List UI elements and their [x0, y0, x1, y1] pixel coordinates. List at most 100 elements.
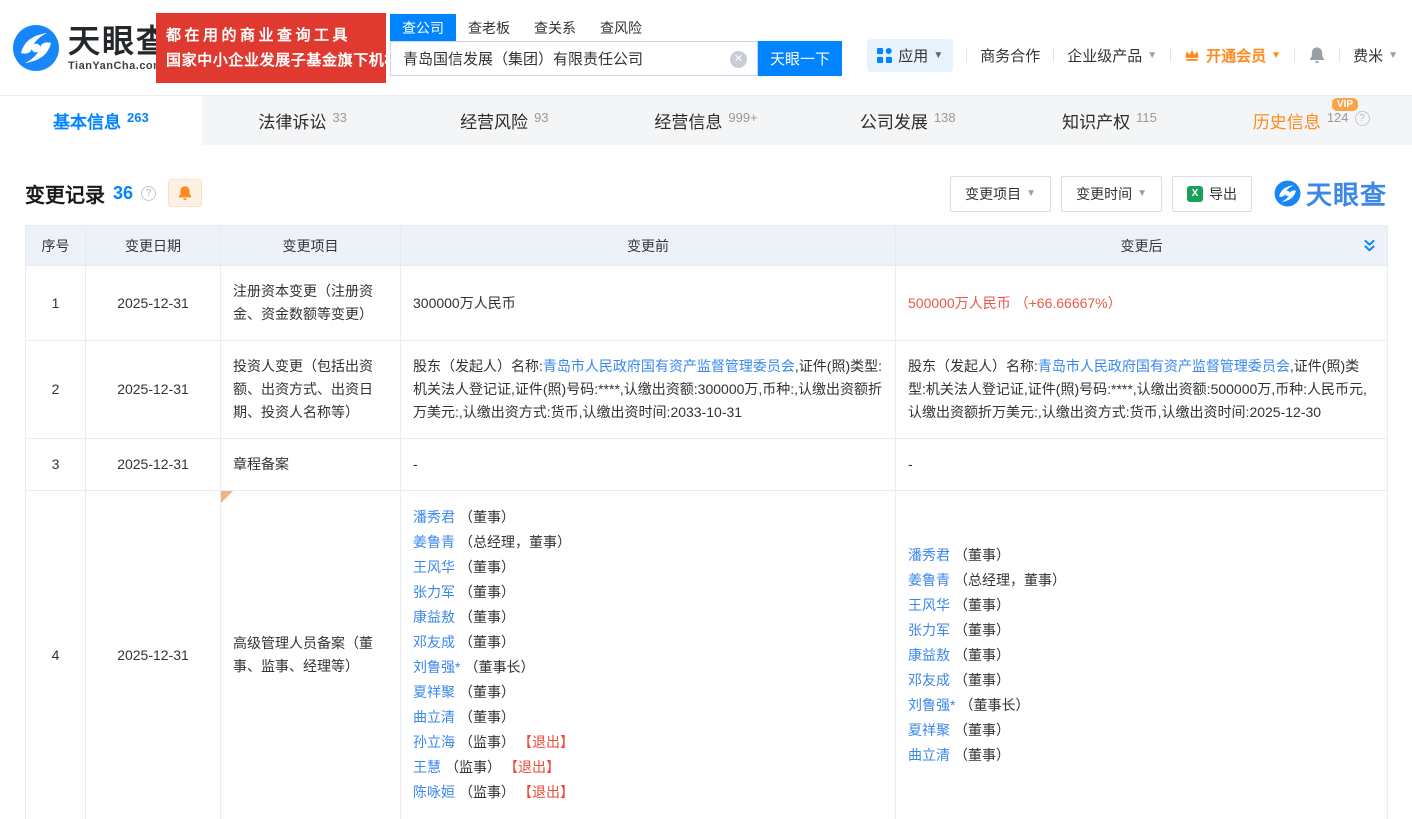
nav-cooperation[interactable]: 商务合作: [980, 45, 1040, 66]
person-role: （监事）: [445, 759, 501, 775]
row-date: 2025-12-31: [117, 647, 189, 663]
filter-change-item-button[interactable]: 变更项目 ▼: [950, 176, 1051, 212]
bell-icon: [177, 185, 193, 201]
exit-tag: 【退出】: [525, 784, 574, 800]
page-tab[interactable]: VIP 基本信息 263 ?: [0, 96, 202, 145]
person-link[interactable]: 康益敖: [908, 647, 950, 663]
search-tabs: 查公司查老板查关系查风险: [390, 15, 842, 41]
person-link[interactable]: 刘鲁强*: [413, 659, 460, 675]
person-link[interactable]: 王慧: [413, 759, 441, 775]
brand-watermark: 天眼查: [1274, 175, 1387, 212]
chevron-down-icon: ▼: [933, 50, 943, 61]
person-link[interactable]: 潘秀君: [413, 509, 455, 525]
person-role: （董事）: [954, 747, 1010, 763]
export-button[interactable]: X 导出: [1172, 176, 1252, 212]
top-nav: 应用 ▼ 商务合作 企业级产品 ▼ 开通会员 ▼: [867, 38, 1398, 72]
person-link[interactable]: 曲立清: [908, 747, 950, 763]
person-line: 潘秀君（董事）: [413, 505, 883, 530]
person-role: （董事）: [459, 559, 515, 575]
person-link[interactable]: 张力军: [413, 584, 455, 600]
person-role: （董事）: [954, 647, 1010, 663]
help-icon[interactable]: ?: [141, 186, 156, 201]
person-link[interactable]: 刘鲁强*: [908, 697, 955, 713]
person-line: 王风华（董事）: [908, 593, 1375, 618]
tianyancha-logo[interactable]: 天眼查 TianYanCha.com: [12, 24, 170, 72]
col-header-item: 变更项目: [221, 226, 401, 266]
person-link[interactable]: 邓友成: [413, 634, 455, 650]
filter-change-time-button[interactable]: 变更时间 ▼: [1061, 176, 1162, 212]
page-tab-count: 999+: [728, 110, 757, 125]
clear-search-icon[interactable]: ✕: [730, 51, 747, 68]
person-role: （总经理，董事）: [954, 572, 1066, 588]
collapse-all-icon[interactable]: [1362, 238, 1377, 256]
apps-grid-icon: [877, 48, 892, 63]
page-tab-count: 263: [127, 110, 149, 125]
search-tab[interactable]: 查风险: [588, 14, 654, 42]
row-before: 股东（发起人）名称:青岛市人民政府国有资产监督管理委员会,证件(照)类型:机关法…: [401, 341, 896, 439]
nav-open-vip[interactable]: 开通会员 ▼: [1184, 45, 1281, 66]
search-tab[interactable]: 查关系: [522, 14, 588, 42]
person-link[interactable]: 王风华: [908, 597, 950, 613]
nav-apps-label: 应用: [898, 45, 928, 66]
search-input[interactable]: [391, 42, 721, 75]
notification-bell[interactable]: [1308, 46, 1326, 64]
text-segment: 股东（发起人）名称:: [413, 358, 543, 374]
text-segment: -: [413, 456, 418, 472]
person-link[interactable]: 夏祥聚: [908, 722, 950, 738]
person-link[interactable]: 夏祥聚: [413, 684, 455, 700]
table-header-row: 序号 变更日期 变更项目 变更前 变更后: [26, 226, 1388, 266]
person-link[interactable]: 邓友成: [908, 672, 950, 688]
row-date: 2025-12-31: [117, 381, 189, 397]
nav-apps[interactable]: 应用 ▼: [867, 39, 953, 72]
help-icon: ?: [1355, 111, 1370, 126]
page-tab[interactable]: VIP 历史信息 124 ?: [1210, 96, 1412, 145]
person-link[interactable]: 孙立海: [413, 734, 455, 750]
person-link[interactable]: 潘秀君: [908, 547, 950, 563]
page-tab[interactable]: VIP 公司发展 138 ?: [807, 96, 1009, 145]
chevron-down-icon: ▼: [1388, 50, 1398, 61]
logo-title: 天眼查: [68, 24, 170, 58]
table-row: 2 2025-12-31 投资人变更（包括出资额、出资方式、出资日期、投资人名称…: [26, 341, 1388, 439]
page-tab-label: 历史信息: [1253, 108, 1321, 133]
nav-user-menu[interactable]: 费米 ▼: [1353, 45, 1398, 66]
search-area: 查公司查老板查关系查风险 ✕ 天眼一下: [390, 15, 842, 76]
person-role: （董事长）: [464, 659, 534, 675]
cell-text: -: [413, 453, 883, 476]
changed-value-text: 500000万人民币 （+66.66667%）: [908, 292, 1375, 315]
page-tab[interactable]: VIP 知识产权 115 ?: [1009, 96, 1211, 145]
person-link[interactable]: 张力军: [908, 622, 950, 638]
nav-enterprise-label: 企业级产品: [1067, 45, 1142, 66]
person-role: （董事）: [954, 597, 1010, 613]
page-tab-label: 法律诉讼: [258, 108, 326, 133]
cell-text: 股东（发起人）名称:青岛市人民政府国有资产监督管理委员会,证件(照)类型:机关法…: [413, 355, 883, 424]
bell-icon: [1308, 46, 1326, 64]
page-tab[interactable]: VIP 经营信息 999+ ?: [605, 96, 807, 145]
crown-icon: [1184, 48, 1200, 62]
corner-marker: [221, 491, 233, 503]
divider: [966, 48, 967, 62]
person-link[interactable]: 康益敖: [413, 609, 455, 625]
person-role: （监事）: [459, 734, 515, 750]
person-link[interactable]: 曲立清: [413, 709, 455, 725]
person-line: 曲立清（董事）: [413, 705, 883, 730]
search-button[interactable]: 天眼一下: [758, 41, 842, 76]
person-link[interactable]: 王风华: [413, 559, 455, 575]
logo-domain: TianYanCha.com: [68, 60, 170, 72]
col-header-before: 变更前: [401, 226, 896, 266]
person-line: 陈咏姮（监事）【退出】: [413, 780, 883, 805]
company-link[interactable]: 青岛市人民政府国有资产监督管理委员会: [1038, 358, 1290, 374]
person-link[interactable]: 姜鲁青: [908, 572, 950, 588]
search-tab[interactable]: 查老板: [456, 14, 522, 42]
company-link[interactable]: 青岛市人民政府国有资产监督管理委员会: [543, 358, 795, 374]
subscribe-bell-button[interactable]: [168, 179, 202, 207]
person-role: （董事）: [954, 622, 1010, 638]
search-tab[interactable]: 查公司: [390, 14, 456, 42]
row-item-text: 高级管理人员备案（董事、监事、经理等）: [233, 635, 373, 674]
person-role: （董事）: [954, 722, 1010, 738]
person-link[interactable]: 姜鲁青: [413, 534, 455, 550]
person-link[interactable]: 陈咏姮: [413, 784, 455, 800]
row-item-text: 注册资本变更（注册资金、资金数额等变更）: [233, 283, 373, 322]
nav-enterprise[interactable]: 企业级产品 ▼: [1067, 45, 1157, 66]
page-tab[interactable]: VIP 经营风险 93 ?: [403, 96, 605, 145]
page-tab[interactable]: VIP 法律诉讼 33 ?: [202, 96, 404, 145]
